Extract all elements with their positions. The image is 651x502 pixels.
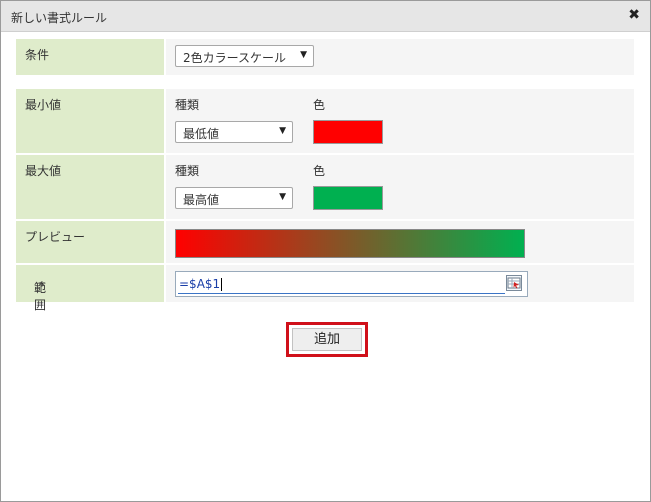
preview-row: プレビュー xyxy=(16,221,634,263)
condition-select[interactable]: 2色カラースケール ▼ xyxy=(175,45,314,67)
range-picker-icon[interactable] xyxy=(506,275,522,291)
required-mark: * xyxy=(39,279,45,293)
preview-value-cell xyxy=(166,221,634,263)
dialog-titlebar: 新しい書式ルール ✖ xyxy=(1,1,650,32)
chevron-down-icon: ▼ xyxy=(279,192,286,202)
chevron-down-icon: ▼ xyxy=(300,50,307,60)
close-icon[interactable]: ✖ xyxy=(628,7,640,23)
max-type-select[interactable]: 最高値 ▼ xyxy=(175,187,293,209)
preview-gradient-bar xyxy=(175,229,525,258)
condition-value-cell: 2色カラースケール ▼ xyxy=(166,39,634,75)
max-row: 最大値 種類 色 最高値 ▼ xyxy=(16,155,634,219)
max-value-cell: 種類 色 最高値 ▼ xyxy=(166,155,634,219)
condition-label: 条件 xyxy=(25,48,50,62)
max-label-cell: 最大値 xyxy=(16,155,164,219)
new-format-rule-dialog: 新しい書式ルール ✖ 条件 2色カラースケール ▼ 最小値 種類 色 最低値 ▼ xyxy=(0,0,651,502)
range-value-cell: =$A$1 xyxy=(166,265,634,302)
text-caret xyxy=(221,278,223,291)
min-type-select[interactable]: 最低値 ▼ xyxy=(175,121,293,143)
min-label: 最小値 xyxy=(25,98,62,112)
range-input-box: =$A$1 xyxy=(175,271,528,297)
range-input-value: =$A$1 xyxy=(179,277,221,291)
max-type-value: 最高値 xyxy=(183,193,220,207)
dialog-title: 新しい書式ルール xyxy=(11,11,108,25)
min-type-label: 種類 xyxy=(175,98,200,112)
add-button-highlight: 追加 xyxy=(286,322,368,357)
chevron-down-icon: ▼ xyxy=(279,126,286,136)
condition-row: 条件 2色カラースケール ▼ xyxy=(16,39,634,75)
range-label-cell: 範囲 * xyxy=(16,265,164,312)
preview-label: プレビュー xyxy=(25,230,86,244)
max-type-label: 種類 xyxy=(175,164,200,178)
range-row: 範囲 * =$A$1 xyxy=(16,265,634,312)
max-color-label: 色 xyxy=(313,164,326,178)
min-type-value: 最低値 xyxy=(183,127,220,141)
min-color-label: 色 xyxy=(313,98,326,112)
condition-label-cell: 条件 xyxy=(16,39,164,75)
condition-select-value: 2色カラースケール xyxy=(183,51,287,65)
preview-label-cell: プレビュー xyxy=(16,221,164,263)
min-label-cell: 最小値 xyxy=(16,89,164,153)
max-color-swatch[interactable] xyxy=(313,186,383,210)
max-label: 最大値 xyxy=(25,164,62,178)
min-value-cell: 種類 色 最低値 ▼ xyxy=(166,89,634,153)
range-input[interactable]: =$A$1 xyxy=(178,275,505,294)
min-row: 最小値 種類 色 最低値 ▼ xyxy=(16,89,634,153)
min-color-swatch[interactable] xyxy=(313,120,383,144)
add-button[interactable]: 追加 xyxy=(292,328,362,351)
